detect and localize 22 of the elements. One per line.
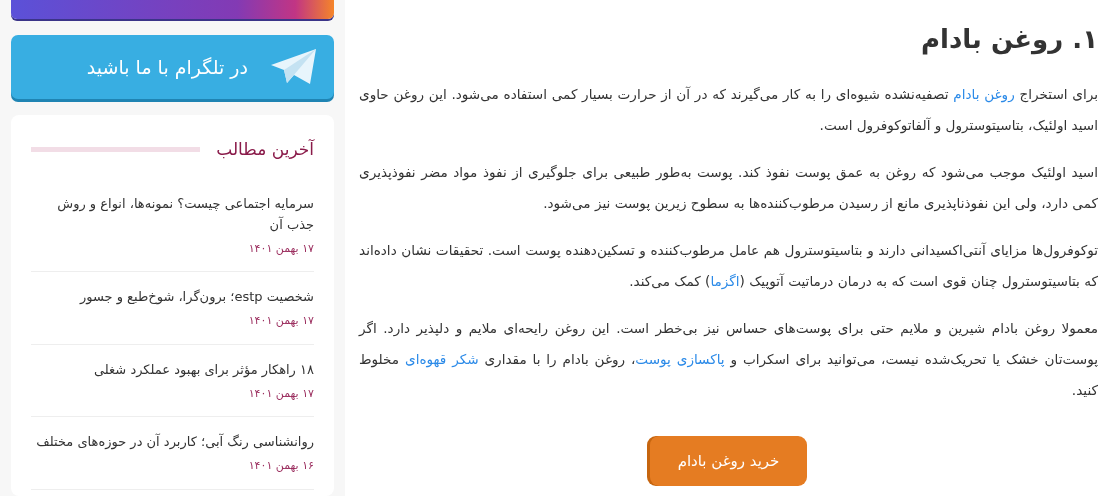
telegram-banner[interactable]: در تلگرام با ما باشید <box>11 35 334 99</box>
post-date: ۱۶ بهمن ۱۴۰۱ <box>247 458 314 474</box>
post-title-link[interactable]: ۱۸ راهکار مؤثر برای بهبود عملکرد شغلی <box>31 358 314 380</box>
article-paragraph: معمولا روغن بادام شیرین و ملایم حتی برای پوست‌های حساس نیز بی‌خطر است. این روغن رایحه‌ای ملایم و دلپذیر دارد. اگر پوست‌تان خشک یا تحریک‌شده نیست، می‌توانید برای اسکراب و پاکسازی پوست، روغن بادام را با مقداری شکر قهوه‌ای مخلوط کنید. <box>359 319 1098 400</box>
banner[interactable] <box>11 0 334 19</box>
article-heading: ۱. روغن بادام <box>920 23 1098 57</box>
text-link[interactable]: پاکسازی پوست <box>635 351 725 367</box>
post-date: ۱۷ بهمن ۱۴۰۱ <box>247 385 314 402</box>
post-title-link[interactable]: روانشناسی رنگ آبی؛ کاربرد آن در حوزه‌های مختلف <box>31 431 314 452</box>
article-paragraph: اسید اولئیک موجب می‌شود که روغن به عمق پوست نفوذ کند. پوست به‌طور طبیعی برای جلوگیری از نفوذ مواد مضر نفوذپذیری کمی دارد، ولی این نفوذناپذیری مانع از رسیدن مرطوب‌کننده‌ها به سطوح زیرین پوست نیز می‌شود. <box>359 163 1098 214</box>
paper-plane-icon <box>270 48 318 86</box>
article-paragraph: توکوفرول‌ها مزایای آنتی‌اکسیدانی دارند و بتاسیتوسترول هم عامل مرطوب‌کننده و تسکین‌دهنده پوست است. تحقیقات نشان داده‌اند که بتاسیتوسترول چنان قوی است که به درمان درماتیت آتوپیک (اگزما) کمک می‌کند. <box>359 241 1098 292</box>
post-date: ۱۷ بهمن ۱۴۰۱ <box>247 313 314 329</box>
section-title: آخرین مطالب <box>216 138 314 161</box>
post-title-link[interactable]: شخصیت estp؛ برون‌گرا، شوخ‌طبع و جسور <box>31 286 314 307</box>
post-title-link[interactable]: سرمایه اجتماعی چیست؟ نمونه‌ها، انواع و روش جذب آن <box>31 192 314 235</box>
text-link[interactable]: اگزما <box>710 273 740 289</box>
post-date: ۱۷ بهمن ۱۴۰۱ <box>247 240 314 257</box>
article-paragraph: برای استخراج روغن بادام تصفیه‌نشده شیوه‌ای را به کار می‌گیرند که در آن از حرارت بسیار کمی استفاده می‌شود. این روغن حاوی اسید اولئیک، بتاسیتوسترول و آلفاتوکوفرول است. <box>359 85 1098 136</box>
text-link[interactable]: روغن بادام <box>953 86 1015 102</box>
text-link[interactable]: شکر قهوه‌ای <box>405 351 479 367</box>
buy-button[interactable]: خرید روغن بادام <box>649 436 808 486</box>
